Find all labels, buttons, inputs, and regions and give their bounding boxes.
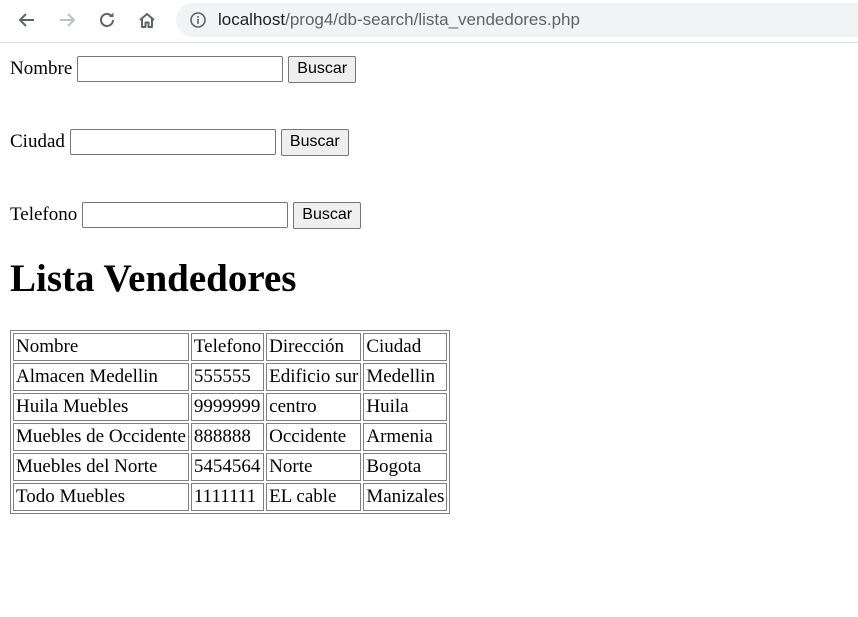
table-row: Todo Muebles 1111111 EL cable Manizales bbox=[13, 483, 448, 511]
table-cell: Manizales bbox=[363, 483, 448, 511]
reload-button[interactable] bbox=[92, 5, 122, 35]
back-button[interactable] bbox=[12, 5, 42, 35]
table-row: Muebles del Norte 5454564 Norte Bogota bbox=[13, 453, 448, 481]
forward-button[interactable] bbox=[52, 5, 82, 35]
address-bar[interactable]: localhost/prog4/db-search/lista_vendedor… bbox=[176, 3, 858, 37]
table-cell: 888888 bbox=[190, 423, 265, 451]
table-cell: Almacen Medellin bbox=[13, 363, 189, 391]
table-header-row: Nombre Telefono Dirección Ciudad bbox=[13, 333, 448, 361]
header-cell: Dirección bbox=[266, 333, 362, 361]
vendedores-table: Nombre Telefono Dirección Ciudad Almacen… bbox=[10, 330, 451, 514]
table-cell: Medellin bbox=[363, 363, 448, 391]
info-icon[interactable] bbox=[189, 11, 207, 29]
search-nombre-row: Nombre Buscar bbox=[10, 55, 357, 83]
table-cell: Norte bbox=[266, 453, 362, 481]
url-path: /prog4/db-search/lista_vendedores.php bbox=[285, 10, 580, 29]
home-button[interactable] bbox=[132, 5, 162, 35]
buscar-nombre-button[interactable]: Buscar bbox=[288, 55, 357, 83]
header-cell: Nombre bbox=[13, 333, 189, 361]
arrow-left-icon bbox=[18, 13, 34, 27]
nombre-label: Nombre bbox=[10, 58, 73, 79]
table-cell: Huila bbox=[363, 393, 448, 421]
arrow-right-icon bbox=[60, 13, 76, 27]
table-row: Huila Muebles 9999999 centro Huila bbox=[13, 393, 448, 421]
header-cell: Ciudad bbox=[363, 333, 448, 361]
nombre-input[interactable] bbox=[77, 56, 284, 82]
table-row: Almacen Medellin 555555 Edificio sur Med… bbox=[13, 363, 448, 391]
page-content: Nombre Buscar Ciudad Buscar Telefono Bus… bbox=[0, 43, 858, 617]
table-cell: Todo Muebles bbox=[13, 483, 189, 511]
search-ciudad-row: Ciudad Buscar bbox=[10, 128, 349, 156]
url-host: localhost bbox=[218, 10, 286, 29]
table-cell: Muebles de Occidente bbox=[13, 423, 189, 451]
reload-icon bbox=[100, 12, 114, 27]
page-title: Lista Vendedores bbox=[10, 257, 297, 300]
table-cell: Bogota bbox=[363, 453, 448, 481]
table-cell: Muebles del Norte bbox=[13, 453, 189, 481]
buscar-ciudad-button[interactable]: Buscar bbox=[280, 128, 349, 156]
table-cell: EL cable bbox=[266, 483, 362, 511]
table-cell: 9999999 bbox=[190, 393, 265, 421]
header-cell: Telefono bbox=[190, 333, 265, 361]
telefono-label: Telefono bbox=[10, 204, 78, 225]
table-cell: Huila Muebles bbox=[13, 393, 189, 421]
table-cell: centro bbox=[266, 393, 362, 421]
ciudad-input[interactable] bbox=[69, 129, 276, 155]
table-cell: 555555 bbox=[190, 363, 265, 391]
search-telefono-row: Telefono Buscar bbox=[10, 201, 362, 229]
table-cell: 1111111 bbox=[190, 483, 265, 511]
ciudad-label: Ciudad bbox=[10, 131, 65, 152]
table-cell: Edificio sur bbox=[266, 363, 362, 391]
buscar-telefono-button[interactable]: Buscar bbox=[293, 201, 362, 229]
table-cell: Occidente bbox=[266, 423, 362, 451]
telefono-input[interactable] bbox=[82, 202, 289, 228]
table-row: Muebles de Occidente 888888 Occidente Ar… bbox=[13, 423, 448, 451]
table-cell: Armenia bbox=[363, 423, 448, 451]
url-text[interactable]: localhost/prog4/db-search/lista_vendedor… bbox=[218, 3, 580, 37]
home-icon bbox=[139, 13, 155, 28]
table-cell: 5454564 bbox=[190, 453, 265, 481]
browser-toolbar: localhost/prog4/db-search/lista_vendedor… bbox=[0, 0, 858, 43]
